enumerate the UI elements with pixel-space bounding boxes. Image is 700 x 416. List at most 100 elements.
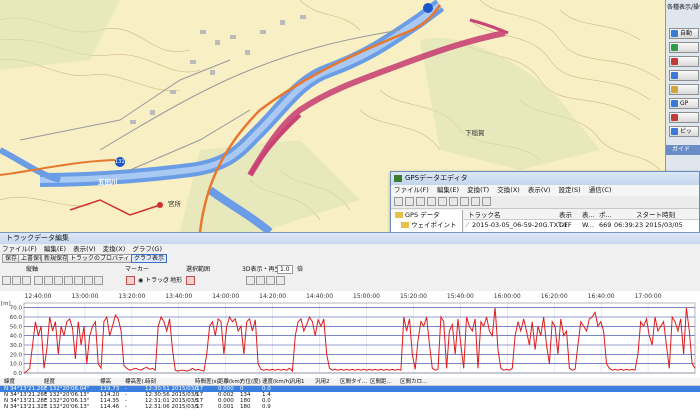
track-row[interactable]: ⟋ 2015-03-05_06-59-20G.TXT-1 OFF W... 66… [464, 220, 699, 231]
route-number-label: 131 [115, 159, 125, 165]
menu-convert[interactable]: 変換(X) [103, 245, 126, 253]
col-points[interactable]: ポ... [599, 210, 612, 220]
menu-view[interactable]: 表示(V) [528, 186, 551, 194]
panel-button-5[interactable] [669, 84, 699, 95]
track-editor-titlebar[interactable]: トラックデータ編集 [0, 233, 700, 244]
menu-exchange[interactable]: 交換(X) [497, 186, 520, 194]
copy-icon[interactable] [438, 197, 447, 206]
graph-time-icon[interactable] [64, 276, 73, 285]
menu-edit[interactable]: 編集(E) [44, 245, 66, 253]
x-tick-label: 15:40:00 [447, 293, 474, 300]
graph-heart-icon[interactable] [84, 276, 93, 285]
table-column-header[interactable]: 時刻 [145, 378, 156, 386]
new-icon[interactable] [394, 197, 403, 206]
stop-icon[interactable] [266, 276, 275, 285]
x-tick-label: 16:40:00 [588, 293, 615, 300]
delete-icon[interactable] [460, 197, 469, 206]
layer-icon [671, 72, 678, 79]
fit-icon[interactable] [22, 276, 31, 285]
play-next-icon[interactable] [276, 276, 285, 285]
panel-button-7[interactable] [669, 112, 699, 123]
select-range-label: 選択範囲 [186, 266, 211, 273]
zoom-in-icon[interactable] [2, 276, 11, 285]
graph-speed-icon[interactable] [44, 276, 53, 285]
panel-button-auto[interactable]: 自動 [669, 28, 699, 39]
table-column-header[interactable]: 時間差(s) [195, 378, 219, 386]
track-data-editor-window: トラックデータ編集 ファイル(F) 編集(E) 表示(V) 変換(X) グラフ(… [0, 232, 700, 416]
table-column-header[interactable]: 速度(km/h) [262, 378, 291, 386]
table-column-header[interactable]: 区間タイ... [340, 378, 367, 386]
table-column-header[interactable]: 経度 [44, 378, 55, 386]
play-prev-icon[interactable] [246, 276, 255, 285]
panel-title: 各種表示/操作 [667, 4, 700, 11]
y-tick-label: 0.0 [13, 371, 22, 377]
table-cell: 0.9 [262, 404, 271, 410]
x-tick-label: 14:40:00 [306, 293, 333, 300]
table-column-header[interactable]: 汎用2 [315, 378, 330, 386]
range-red-icon[interactable] [186, 276, 195, 285]
up-icon[interactable] [471, 197, 480, 206]
graph-dist-icon[interactable] [54, 276, 63, 285]
table-cell: 0.001 [218, 404, 234, 410]
table-row[interactable]: N 34°13'21.32" E 132°20'06.13" 114.46-12:3… [0, 404, 700, 410]
guide-header[interactable]: ガイド [666, 145, 700, 155]
col-table[interactable]: 表... [582, 210, 595, 220]
speed-select[interactable]: 1.0 [277, 265, 293, 274]
cut-icon[interactable] [427, 197, 436, 206]
panel-button-3[interactable] [669, 56, 699, 67]
table-column-header[interactable]: 方位(度) [240, 378, 261, 386]
graph-slope-icon[interactable] [74, 276, 83, 285]
x-tick-label: 15:20:00 [400, 293, 427, 300]
flag-icon [671, 58, 678, 65]
table-column-header[interactable]: 汎用1 [290, 378, 305, 386]
col-track-name[interactable]: トラック名 [468, 210, 501, 220]
graph-elev-icon[interactable] [34, 276, 43, 285]
table-column-header[interactable]: 区間カロ... [400, 378, 427, 386]
menu-graph[interactable]: グラフ(G) [132, 245, 162, 253]
menu-file[interactable]: ファイル(F) [394, 186, 429, 194]
map-icon [671, 44, 678, 51]
menu-settings[interactable]: 設定(S) [559, 186, 581, 194]
x-tick-label: 13:00:00 [71, 293, 98, 300]
y-tick-label: 40.0 [10, 334, 23, 340]
table-header: 緯度 経度 標高 標高差(... 時刻 時間差(s) 距離(km) 方位(度) 速度(km/h)… [0, 378, 700, 386]
panel-button-4[interactable] [669, 70, 699, 81]
y-tick-label: 30.0 [10, 343, 23, 349]
menu-edit[interactable]: 編集(E) [437, 186, 459, 194]
menu-file[interactable]: ファイル(F) [2, 245, 37, 253]
col-start-time[interactable]: スタート時刻 [636, 210, 675, 220]
panel-button-pick[interactable]: ピッ [669, 126, 699, 137]
play-icon[interactable] [256, 276, 265, 285]
graph-temp-icon[interactable] [94, 276, 103, 285]
tree-waypoint[interactable]: ウェイポイント [391, 220, 462, 230]
menu-view[interactable]: 表示(V) [73, 245, 96, 253]
gps-editor-titlebar[interactable]: GPSデータエディタ [391, 172, 699, 185]
table-cell: E 132°20'06.13" [44, 404, 90, 410]
paste-icon[interactable] [449, 197, 458, 206]
graph-view-button[interactable]: グラフ表示 [131, 254, 168, 263]
x-tick-label: 13:20:00 [118, 293, 145, 300]
marker-red-icon[interactable] [126, 276, 135, 285]
table-column-header[interactable]: 緯度 [4, 378, 15, 386]
x-tick-label: 16:00:00 [494, 293, 521, 300]
track-properties-button[interactable]: トラックのプロパティ [67, 254, 133, 263]
zoom-out-icon[interactable] [12, 276, 21, 285]
opt-terrain[interactable]: ○ 地形 [163, 276, 182, 285]
y-tick-label: 50.0 [10, 324, 23, 330]
table-column-header[interactable]: 標高 [100, 378, 111, 386]
down-icon[interactable] [482, 197, 491, 206]
menu-comm[interactable]: 通信(C) [589, 186, 612, 194]
table-column-header[interactable]: 区間距... [370, 378, 392, 386]
save-icon[interactable] [416, 197, 425, 206]
tree-root[interactable]: GPS データ [391, 210, 462, 220]
panel-button-2[interactable] [669, 42, 699, 53]
table-column-header[interactable]: 距離(km) [218, 378, 242, 386]
panel-button-gp[interactable]: GP [669, 98, 699, 109]
elevation-chart-svg[interactable]: 12:40:00 13:00:00 13:20:00 13:40:00 14:00:00… [0, 291, 700, 379]
col-display[interactable]: 表示 [559, 210, 572, 220]
open-icon[interactable] [405, 197, 414, 206]
elevation-chart[interactable]: 12:40:00 13:00:00 13:20:00 13:40:00 14:00:00… [0, 291, 700, 386]
speed-unit: 倍 [297, 266, 304, 273]
area-label-shimoinaga: 下稲賀 [465, 129, 485, 137]
menu-convert[interactable]: 変換(T) [467, 186, 489, 194]
